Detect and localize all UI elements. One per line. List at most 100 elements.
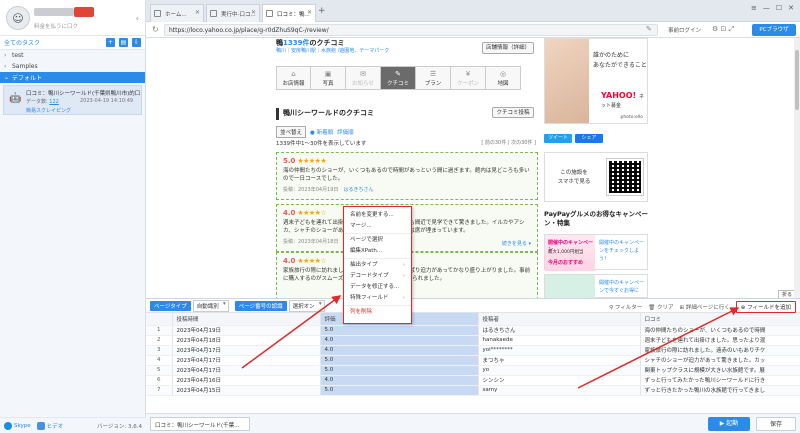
tweet-button[interactable]: ツイート (544, 134, 572, 143)
filter-button[interactable]: ⚲ フィルター (609, 303, 642, 311)
page-type-button[interactable]: ページタイプ (150, 300, 191, 311)
table-cell[interactable]: hanakaede (478, 335, 641, 346)
new-tab-icon[interactable]: + (318, 6, 326, 16)
tab-running[interactable]: 実行中-口コ... ✕ (206, 4, 260, 22)
expand-arrow-icon[interactable]: › (4, 63, 12, 70)
folder-samples[interactable]: › Samples (0, 61, 145, 72)
folder-default[interactable]: ⌄ デフォルト (0, 72, 145, 83)
nav-tab-0[interactable]: ⌂ お店情報 (276, 66, 311, 90)
clear-button[interactable]: 🗑 クリア (648, 303, 673, 311)
campaign-link[interactable]: 開催中のキャンペーンをチェックしよう！ (599, 239, 647, 263)
table-cell[interactable]: はるきちさん (478, 325, 641, 336)
nav-tab-6[interactable]: ◎ 地図 (486, 66, 521, 90)
table-cell[interactable]: 週末子どもを連れて出掛けました。思ったより混 (640, 335, 800, 346)
table-cell[interactable]: 2023年04月17日 (172, 365, 321, 376)
folder-test[interactable]: › test (0, 50, 145, 61)
menu-item-2[interactable]: ページで選択 (344, 235, 411, 246)
campaign-banner[interactable]: 開催中のキャンペーン 最大1,000円相当 今月のおすすめ 開催中のキャンペーンをチ… (544, 234, 648, 271)
menu-item-8[interactable]: 列を削除 (344, 307, 411, 318)
table-cell[interactable]: yo (478, 365, 641, 376)
table-cell[interactable]: 2023年04月19日 (172, 325, 321, 336)
close-icon[interactable]: ✕ (251, 9, 256, 16)
post-review-button[interactable]: クチコミ投稿 (492, 107, 534, 118)
settings-icon[interactable]: ⚙ ⊡ ⤢ (712, 25, 734, 34)
table-cell[interactable]: 5.0 (320, 355, 479, 366)
page-type-select[interactable]: 自動識別 (192, 299, 229, 312)
menu-item-1[interactable]: マージ... (344, 221, 411, 232)
add-field-button[interactable]: ⊕ フィールドを追加 (735, 301, 796, 313)
table-cell[interactable]: 4.0 (320, 335, 479, 346)
sort-button[interactable]: 並べ替え (276, 126, 307, 138)
table-cell[interactable]: 5.0 (320, 325, 479, 336)
edit-icon[interactable]: ✎ (646, 25, 652, 33)
table-cell[interactable]: まつちゃ (478, 355, 641, 366)
campaign-link[interactable]: 開催中のキャンペーンで今すぐお得に (599, 279, 647, 295)
pre-login-button[interactable]: 事前ログイン (668, 26, 701, 34)
table-cell[interactable]: シンシン (478, 375, 641, 386)
menu-item-6[interactable]: データを修正する... (344, 282, 411, 293)
nav-tab-4[interactable]: ☰ プラン (416, 66, 451, 90)
task-tab[interactable]: 口コミ：鴨川シーワールド(千葉... (150, 417, 250, 431)
table-cell[interactable]: ずっと行きたかった鴨川の水族館で行ってきまし (640, 385, 800, 396)
menu-item-4[interactable]: 抽出タイプ › (344, 260, 411, 271)
table-cell[interactable]: 2023年04月17日 (172, 345, 321, 356)
table-cell[interactable]: yoi******** (478, 345, 641, 356)
donation-ad[interactable]: 誰かのために あなたができること YAHOO! ネット募金 photo:ello (544, 38, 648, 124)
column-header[interactable]: 投稿者 (478, 313, 641, 326)
tab-home[interactable]: ホーム... ✕ (150, 4, 204, 22)
task-item[interactable]: 🤖 口コミ：鴨川シーワールド(千葉県鴨川市)的口 データ数: 122 2023-… (3, 85, 142, 115)
collapse-arrow-icon[interactable]: ⌄ (4, 74, 12, 81)
nav-tab-2[interactable]: ✉ お知らせ (346, 66, 381, 90)
nav-tab-1[interactable]: ▣ 写真 (311, 66, 346, 90)
table-cell[interactable]: 5.0 (320, 365, 479, 376)
table-cell[interactable]: 5.0 (320, 385, 479, 396)
page-scrollbar[interactable] (794, 38, 800, 298)
table-cell[interactable]: samy (478, 385, 641, 396)
close-icon[interactable]: ✕ (307, 9, 312, 16)
url-input[interactable]: https://loco.yahoo.co.jp/place/g-r0dZhuS… (164, 24, 658, 36)
scroll-thumb[interactable] (795, 50, 799, 110)
table-cell[interactable]: シャチのショーが迫力があって驚きました。カッ (640, 355, 800, 366)
maximize-icon[interactable]: ☐ (776, 4, 782, 12)
menu-item-7[interactable]: 特殊フィールド › (344, 293, 411, 304)
table-cell[interactable]: 家族旅行の際に訪れました。遠赤のいもありチケ (640, 345, 800, 356)
menu-icon[interactable]: ≡ (751, 4, 757, 12)
table-cell[interactable]: ずっと行ってみたかった鴨川シーワールドに行き (640, 375, 800, 386)
table-cell[interactable]: 2023年04月18日 (172, 335, 321, 346)
pagination[interactable]: [ 前の30件 | 次の30件 ] (481, 139, 536, 146)
reload-icon[interactable]: ↻ (152, 25, 159, 34)
column-header[interactable]: 投稿時間 (172, 313, 321, 326)
close-icon[interactable]: ✕ (195, 9, 200, 16)
store-detail-button[interactable]: 店舗情報（詳細） (482, 42, 534, 54)
table-cell[interactable]: 関東トップクラスに規模が大きい水族館です。展 (640, 365, 800, 376)
table-cell[interactable]: 4.0 (320, 345, 479, 356)
skype-link[interactable]: Skype (14, 423, 31, 429)
minimize-icon[interactable]: — (763, 4, 770, 12)
data-count-link[interactable]: 122 (49, 99, 59, 105)
reviewer-link[interactable]: はるきちさん (343, 187, 373, 193)
avatar-icon[interactable]: ☺ (6, 6, 30, 30)
detail-page-button[interactable]: ⊞ 詳細ページに行く (680, 303, 730, 311)
column-header[interactable]: 口コミ (640, 313, 800, 326)
table-cell[interactable]: 2023年04月17日 (172, 355, 321, 366)
collapse-sidebar-icon[interactable]: ‹ (136, 14, 139, 23)
start-collect-button[interactable]: ▶ 起動 (708, 417, 750, 431)
video-help-link[interactable]: ヒデオ (47, 422, 64, 430)
nav-tab-3[interactable]: ✎ クチコミ (381, 66, 416, 90)
close-window-icon[interactable]: ✕ (788, 4, 794, 12)
nav-tab-5[interactable]: ¥ クーポン (451, 66, 486, 90)
facebook-share-button[interactable]: シェア (575, 134, 603, 143)
table-cell[interactable]: 海の仲間たちのショーが、いくつもあるので時間 (640, 325, 800, 336)
table-cell[interactable]: 2023年04月16日 (172, 375, 321, 386)
page-number-button[interactable]: ページ番号の認識 (234, 300, 287, 311)
all-tasks-label[interactable]: 全てのタスク (4, 38, 102, 47)
sort-new-link[interactable]: ● 新着順 (310, 128, 333, 136)
read-more-link[interactable]: 続きを見る ▾ (502, 240, 531, 247)
sort-rating-link[interactable]: 評価順 (337, 128, 354, 136)
expand-arrow-icon[interactable]: › (4, 52, 12, 59)
page-number-select[interactable]: 選択オン (288, 299, 325, 312)
new-task-icon[interactable]: + (106, 38, 115, 47)
import-icon[interactable]: ⇩ (132, 38, 141, 47)
table-cell[interactable]: 4.0 (320, 375, 479, 386)
menu-item-5[interactable]: デコードタイプ › (344, 271, 411, 282)
